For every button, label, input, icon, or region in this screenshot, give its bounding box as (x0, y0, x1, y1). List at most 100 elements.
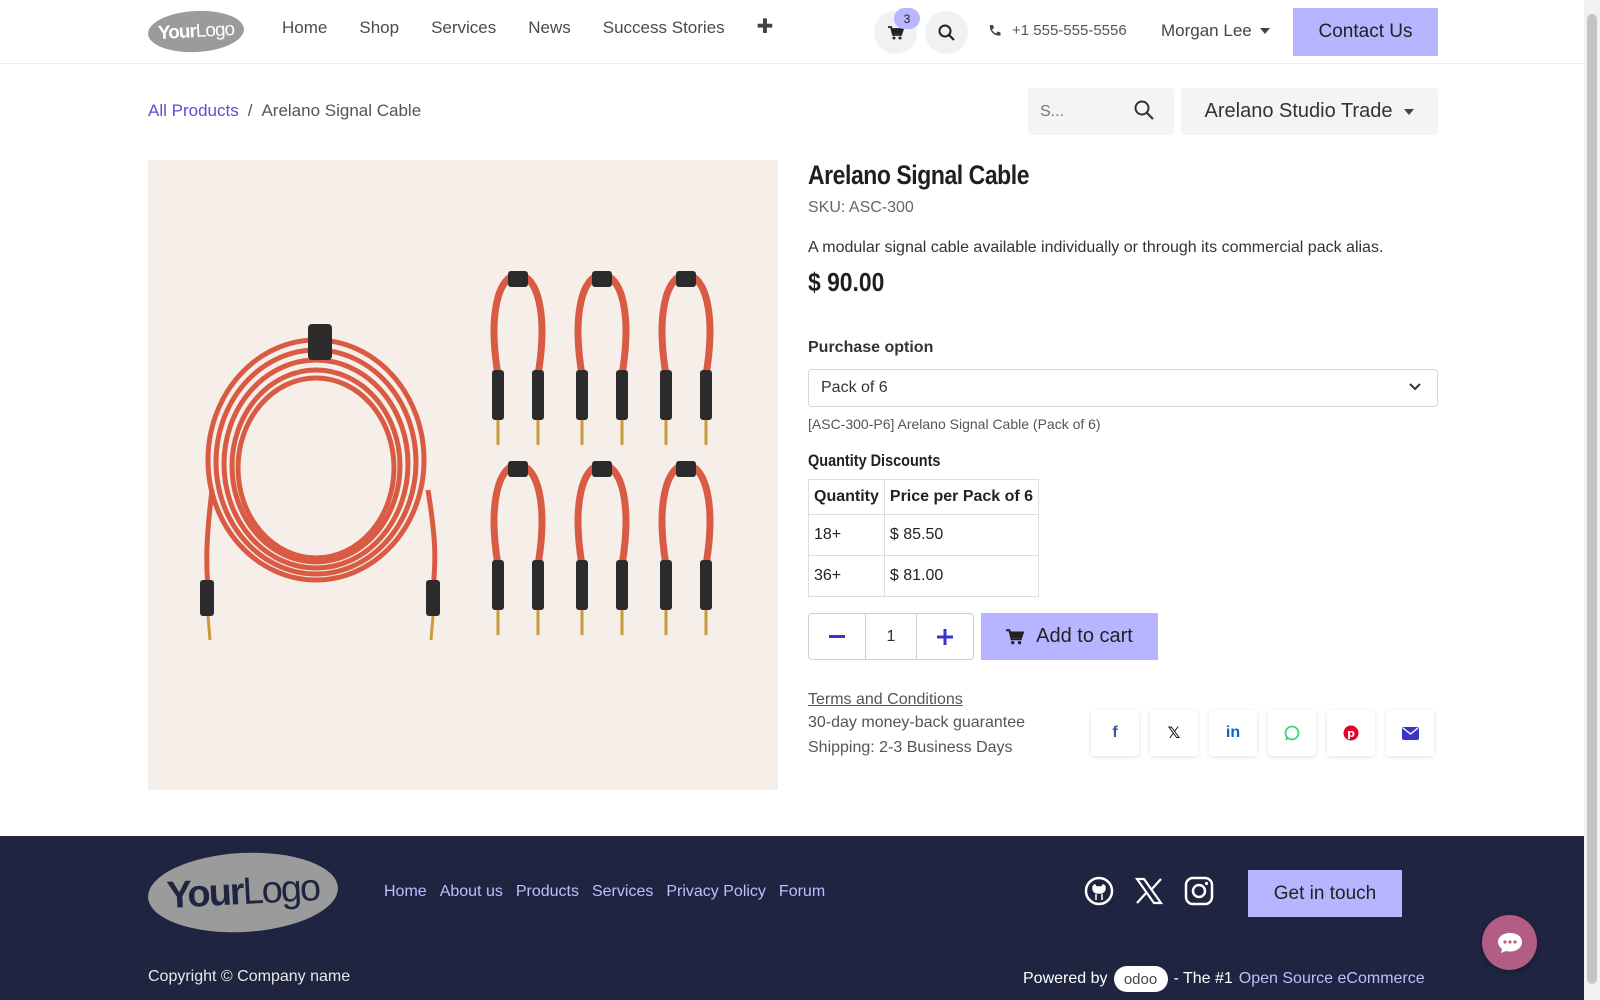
share-pinterest-button[interactable]: p (1327, 710, 1375, 756)
user-menu[interactable]: Morgan Lee (1161, 21, 1270, 41)
pricelist-label: Arelano Studio Trade (1204, 100, 1393, 122)
cart-icon (1006, 628, 1025, 644)
user-name: Morgan Lee (1161, 21, 1252, 40)
footer-link-services[interactable]: Services (592, 883, 653, 901)
email-icon (1401, 726, 1419, 740)
phone-link[interactable]: +1 555-555-5556 (988, 22, 1127, 39)
quantity-stepper: 1 (808, 613, 974, 660)
breadcrumb-current: Arelano Signal Cable (261, 101, 422, 120)
product-description: A modular signal cable available individ… (808, 239, 1384, 256)
purchase-option-select[interactable]: Pack of 6 (808, 369, 1438, 407)
get-in-touch-button[interactable]: Get in touch (1248, 870, 1402, 917)
nav-success-stories[interactable]: Success Stories (603, 18, 725, 38)
search-submit-button[interactable] (1134, 100, 1154, 125)
table-row: 18+ $ 85.50 (808, 514, 1040, 556)
logo-text-bold: Your (157, 20, 197, 44)
guarantee-text: 30-day money-back guarantee (808, 714, 1026, 731)
table-header: Quantity (808, 479, 885, 515)
quantity-input[interactable]: 1 (866, 613, 916, 660)
cart-count-badge: 3 (894, 8, 920, 29)
nav-home[interactable]: Home (282, 18, 327, 38)
share-facebook-button[interactable]: f (1091, 710, 1139, 756)
logo-text: Logo (195, 18, 235, 42)
x-icon: 𝕏 (1167, 725, 1181, 742)
terms-link[interactable]: Terms and Conditions (808, 691, 963, 709)
odoo-logo[interactable]: odoo (1113, 966, 1168, 992)
logo-text: Logo (241, 867, 321, 913)
quantity-discounts-title: Quantity Discounts (808, 451, 941, 470)
site-header: Your Logo Home Shop Services News Success… (0, 0, 1584, 64)
add-menu-icon[interactable]: ✚ (757, 17, 774, 38)
instagram-icon[interactable] (1184, 876, 1214, 906)
phone-number: +1 555-555-5556 (1012, 22, 1127, 39)
contact-us-button[interactable]: Contact Us (1293, 8, 1438, 56)
footer-link-home[interactable]: Home (384, 883, 427, 901)
share-buttons: f 𝕏 in p (1091, 710, 1434, 756)
footer-link-products[interactable]: Products (516, 883, 579, 901)
caret-down-icon (1404, 108, 1415, 115)
product-search-input[interactable] (1040, 102, 1130, 121)
site-logo[interactable]: Your Logo (146, 8, 246, 55)
search-button[interactable] (925, 11, 968, 54)
main-nav: Home Shop Services News Success Stories … (282, 17, 774, 38)
cable-illustration (200, 271, 714, 641)
table-cell: $ 85.50 (883, 514, 1040, 556)
table-header: Price per Pack of 6 (883, 479, 1040, 515)
search-icon (1134, 100, 1154, 120)
share-linkedin-button[interactable]: in (1209, 710, 1257, 756)
x-icon[interactable] (1134, 876, 1164, 906)
svg-text:p: p (1347, 727, 1355, 740)
plus-icon (937, 628, 953, 645)
nav-news[interactable]: News (528, 18, 571, 38)
facebook-icon: f (1112, 724, 1118, 741)
purchase-option-value: Pack of 6 (821, 379, 888, 396)
product-sku: SKU: ASC-300 (808, 199, 914, 216)
breadcrumb-all-products[interactable]: All Products (148, 101, 239, 121)
scrollbar-thumb[interactable] (1587, 14, 1597, 984)
copyright-text: Copyright © Company name (148, 968, 351, 985)
add-to-cart-button[interactable]: Add to cart (981, 613, 1158, 660)
shipping-text: Shipping: 2-3 Business Days (808, 739, 1013, 756)
nav-services[interactable]: Services (431, 18, 496, 38)
decrease-quantity-button[interactable] (808, 613, 866, 660)
breadcrumb-separator: / (247, 101, 253, 120)
breadcrumb: All Products / Arelano Signal Cable (148, 101, 421, 121)
chat-icon (1497, 932, 1522, 953)
pinterest-icon: p (1343, 725, 1359, 741)
footer-nav: Home About us Products Services Privacy … (384, 883, 825, 901)
product-title: Arelano Signal Cable (808, 160, 1030, 190)
footer-link-privacy[interactable]: Privacy Policy (666, 883, 766, 901)
pricelist-dropdown[interactable]: Arelano Studio Trade (1181, 88, 1438, 135)
minus-icon (829, 634, 845, 638)
github-icon[interactable] (1084, 876, 1114, 906)
caret-down-icon (1259, 28, 1270, 34)
share-whatsapp-button[interactable] (1268, 710, 1316, 756)
nav-shop[interactable]: Shop (359, 18, 399, 38)
increase-quantity-button[interactable] (916, 613, 974, 660)
footer-link-about[interactable]: About us (440, 883, 503, 901)
add-to-cart-label: Add to cart (1036, 625, 1133, 647)
powered-by-label: Powered by (1023, 970, 1108, 987)
product-image[interactable] (148, 160, 778, 790)
logo-text-bold: Your (165, 871, 244, 917)
product-price: $ 90.00 (808, 267, 885, 297)
powered-by: Powered by odoo - The #1 Open Source eCo… (1023, 966, 1425, 992)
open-source-ecommerce-link[interactable]: Open Source eCommerce (1239, 970, 1425, 988)
table-row: 36+ $ 81.00 (808, 555, 1040, 597)
product-search (1028, 88, 1174, 135)
table-cell: 18+ (808, 514, 885, 556)
table-cell: 36+ (808, 555, 885, 597)
quantity-discounts-table: Quantity Price per Pack of 6 18+ $ 85.50… (808, 479, 1040, 597)
table-header-row: Quantity Price per Pack of 6 (808, 479, 1040, 515)
table-cell: $ 81.00 (883, 555, 1040, 597)
linkedin-icon: in (1225, 724, 1241, 741)
share-x-button[interactable]: 𝕏 (1150, 710, 1198, 756)
purchase-option-label: Purchase option (808, 339, 934, 356)
footer-social (1084, 876, 1214, 906)
chevron-down-icon (1409, 383, 1421, 391)
whatsapp-icon (1284, 725, 1300, 741)
search-icon (938, 24, 955, 41)
share-email-button[interactable] (1386, 710, 1434, 756)
live-chat-button[interactable] (1482, 915, 1537, 970)
footer-link-forum[interactable]: Forum (779, 883, 825, 901)
